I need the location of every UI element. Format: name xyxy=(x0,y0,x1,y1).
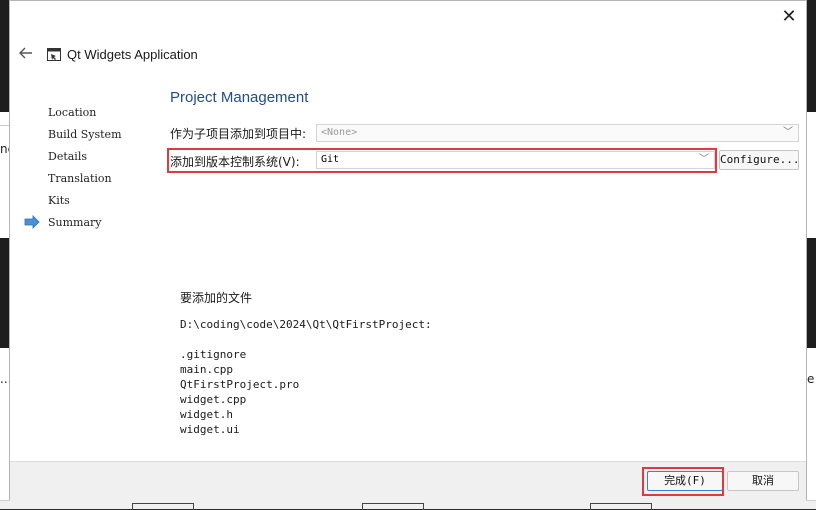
chevron-down-icon: ﹀ xyxy=(783,127,793,138)
background-dark-panel xyxy=(0,238,9,348)
close-icon[interactable]: ✕ xyxy=(778,6,800,28)
file-item: widget.cpp xyxy=(180,393,247,406)
file-item: widget.ui xyxy=(180,423,240,436)
add-as-subproject-value: <None> xyxy=(321,127,358,138)
current-step-arrow-icon xyxy=(24,215,40,229)
file-item: widget.h xyxy=(180,408,233,421)
cancel-button[interactable]: 取消 xyxy=(727,471,799,491)
add-as-subproject-label: 作为子项目添加到项目中: xyxy=(170,127,307,141)
file-item: QtFirstProject.pro xyxy=(180,378,300,391)
window-title: Qt Widgets Application xyxy=(67,47,198,62)
new-project-wizard-dialog: ✕ Qt Widgets Application Location Build … xyxy=(9,0,807,501)
step-translation: Translation xyxy=(48,172,112,185)
step-summary-row: Summary xyxy=(24,215,122,237)
files-path: D:\coding\code\2024\Qt\QtFirstProject: xyxy=(180,318,432,331)
dialog-footer: 完成(F) 取消 xyxy=(10,461,806,501)
files-heading: 要添加的文件 xyxy=(180,291,253,305)
files-list: .gitignore main.cpp QtFirstProject.pro w… xyxy=(180,347,299,437)
background-dark-panel xyxy=(807,0,816,112)
add-as-subproject-select: <None> ﹀ xyxy=(316,124,799,142)
step-location: Location xyxy=(48,106,97,119)
file-item: main.cpp xyxy=(180,363,233,376)
configure-button[interactable]: Configure... xyxy=(719,150,799,170)
finish-highlight-box xyxy=(642,467,724,496)
background-box xyxy=(362,503,424,510)
step-build-system: Build System xyxy=(48,128,122,141)
qt-widget-app-icon xyxy=(47,48,61,61)
file-item: .gitignore xyxy=(180,348,247,361)
background-divider xyxy=(0,125,9,126)
background-text: e xyxy=(807,372,815,386)
step-details: Details xyxy=(48,150,87,163)
background-box xyxy=(590,503,652,510)
page-title: Project Management xyxy=(170,89,309,106)
background-dark-panel xyxy=(0,0,9,112)
background-dark-panel xyxy=(807,238,816,348)
wizard-steps: Location Build System Details Translatio… xyxy=(24,105,122,237)
step-summary: Summary xyxy=(48,216,102,229)
step-kits: Kits xyxy=(48,194,70,207)
background-ide-right: e xyxy=(807,0,816,508)
background-box xyxy=(132,503,194,510)
vcs-highlight-box xyxy=(167,148,717,173)
back-arrow-icon[interactable] xyxy=(16,45,36,65)
background-ide-left: nc ... xyxy=(0,0,14,508)
